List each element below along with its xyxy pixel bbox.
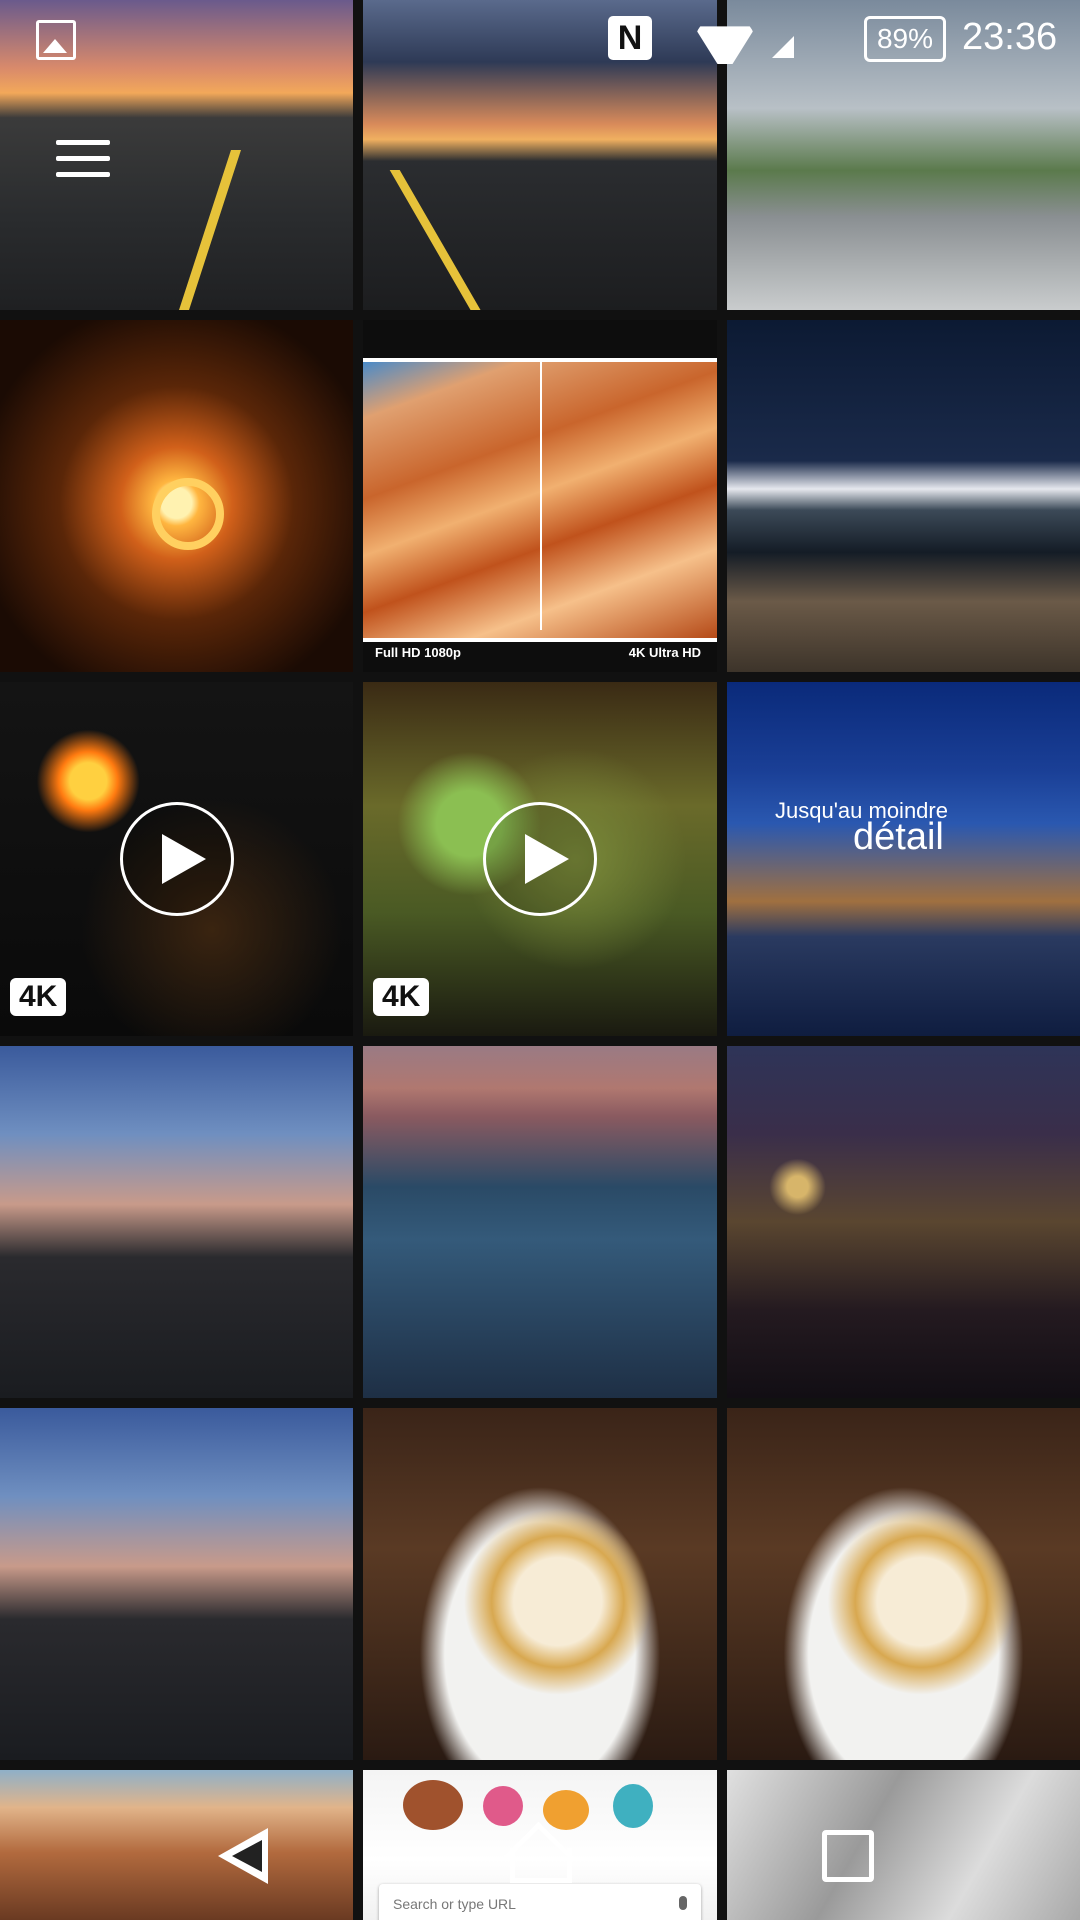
clock: 23:36 (962, 16, 1058, 58)
cell-signal-icon (772, 36, 794, 58)
hamburger-menu-icon[interactable] (56, 140, 110, 178)
compare-label-left: Full HD 1080p (375, 645, 461, 660)
play-icon (483, 802, 597, 916)
atlanta-skyline-photo[interactable] (0, 1046, 353, 1398)
caption-big: détail (853, 816, 944, 858)
home-icon[interactable] (508, 1826, 572, 1886)
compare-divider (540, 362, 542, 630)
aerial-night-video[interactable]: 4K (0, 682, 353, 1036)
lake-pier-photo[interactable] (727, 320, 1080, 672)
moss-macro-video[interactable]: 4K (363, 682, 717, 1036)
battery-level: 89% (876, 23, 934, 54)
status-bar: N 89% 23:36 (0, 0, 1080, 78)
4k-badge: 4K (373, 978, 430, 1016)
back-icon[interactable] (212, 1826, 272, 1886)
navigation-bar (0, 1780, 1080, 1920)
tunnel-sparks-photo[interactable] (0, 320, 353, 672)
battery-icon: 89% (864, 16, 946, 62)
wifi-icon (694, 14, 756, 64)
play-icon (119, 802, 234, 916)
4k-badge: 4K (10, 978, 67, 1016)
resolution-compare-photo[interactable]: Full HD 1080p 4K Ultra HD (363, 320, 717, 672)
atlanta-skyline-photo-2[interactable] (0, 1408, 353, 1760)
waffle-dessert-photo-2[interactable] (727, 1408, 1080, 1760)
photo-grid: Full HD 1080p 4K Ultra HD 4K 4K Jusqu'au… (0, 0, 1080, 1920)
new-york-night-photo[interactable] (727, 1046, 1080, 1398)
nfc-icon: N (608, 16, 652, 60)
waffle-dessert-photo[interactable] (363, 1408, 717, 1760)
gallery-icon (36, 20, 76, 60)
pittsburgh-night-photo[interactable]: Jusqu'au moindre détail (727, 682, 1080, 1036)
recent-apps-icon[interactable] (818, 1826, 878, 1886)
compare-label-right: 4K Ultra HD (628, 645, 701, 660)
las-vegas-photo[interactable] (363, 1046, 717, 1398)
